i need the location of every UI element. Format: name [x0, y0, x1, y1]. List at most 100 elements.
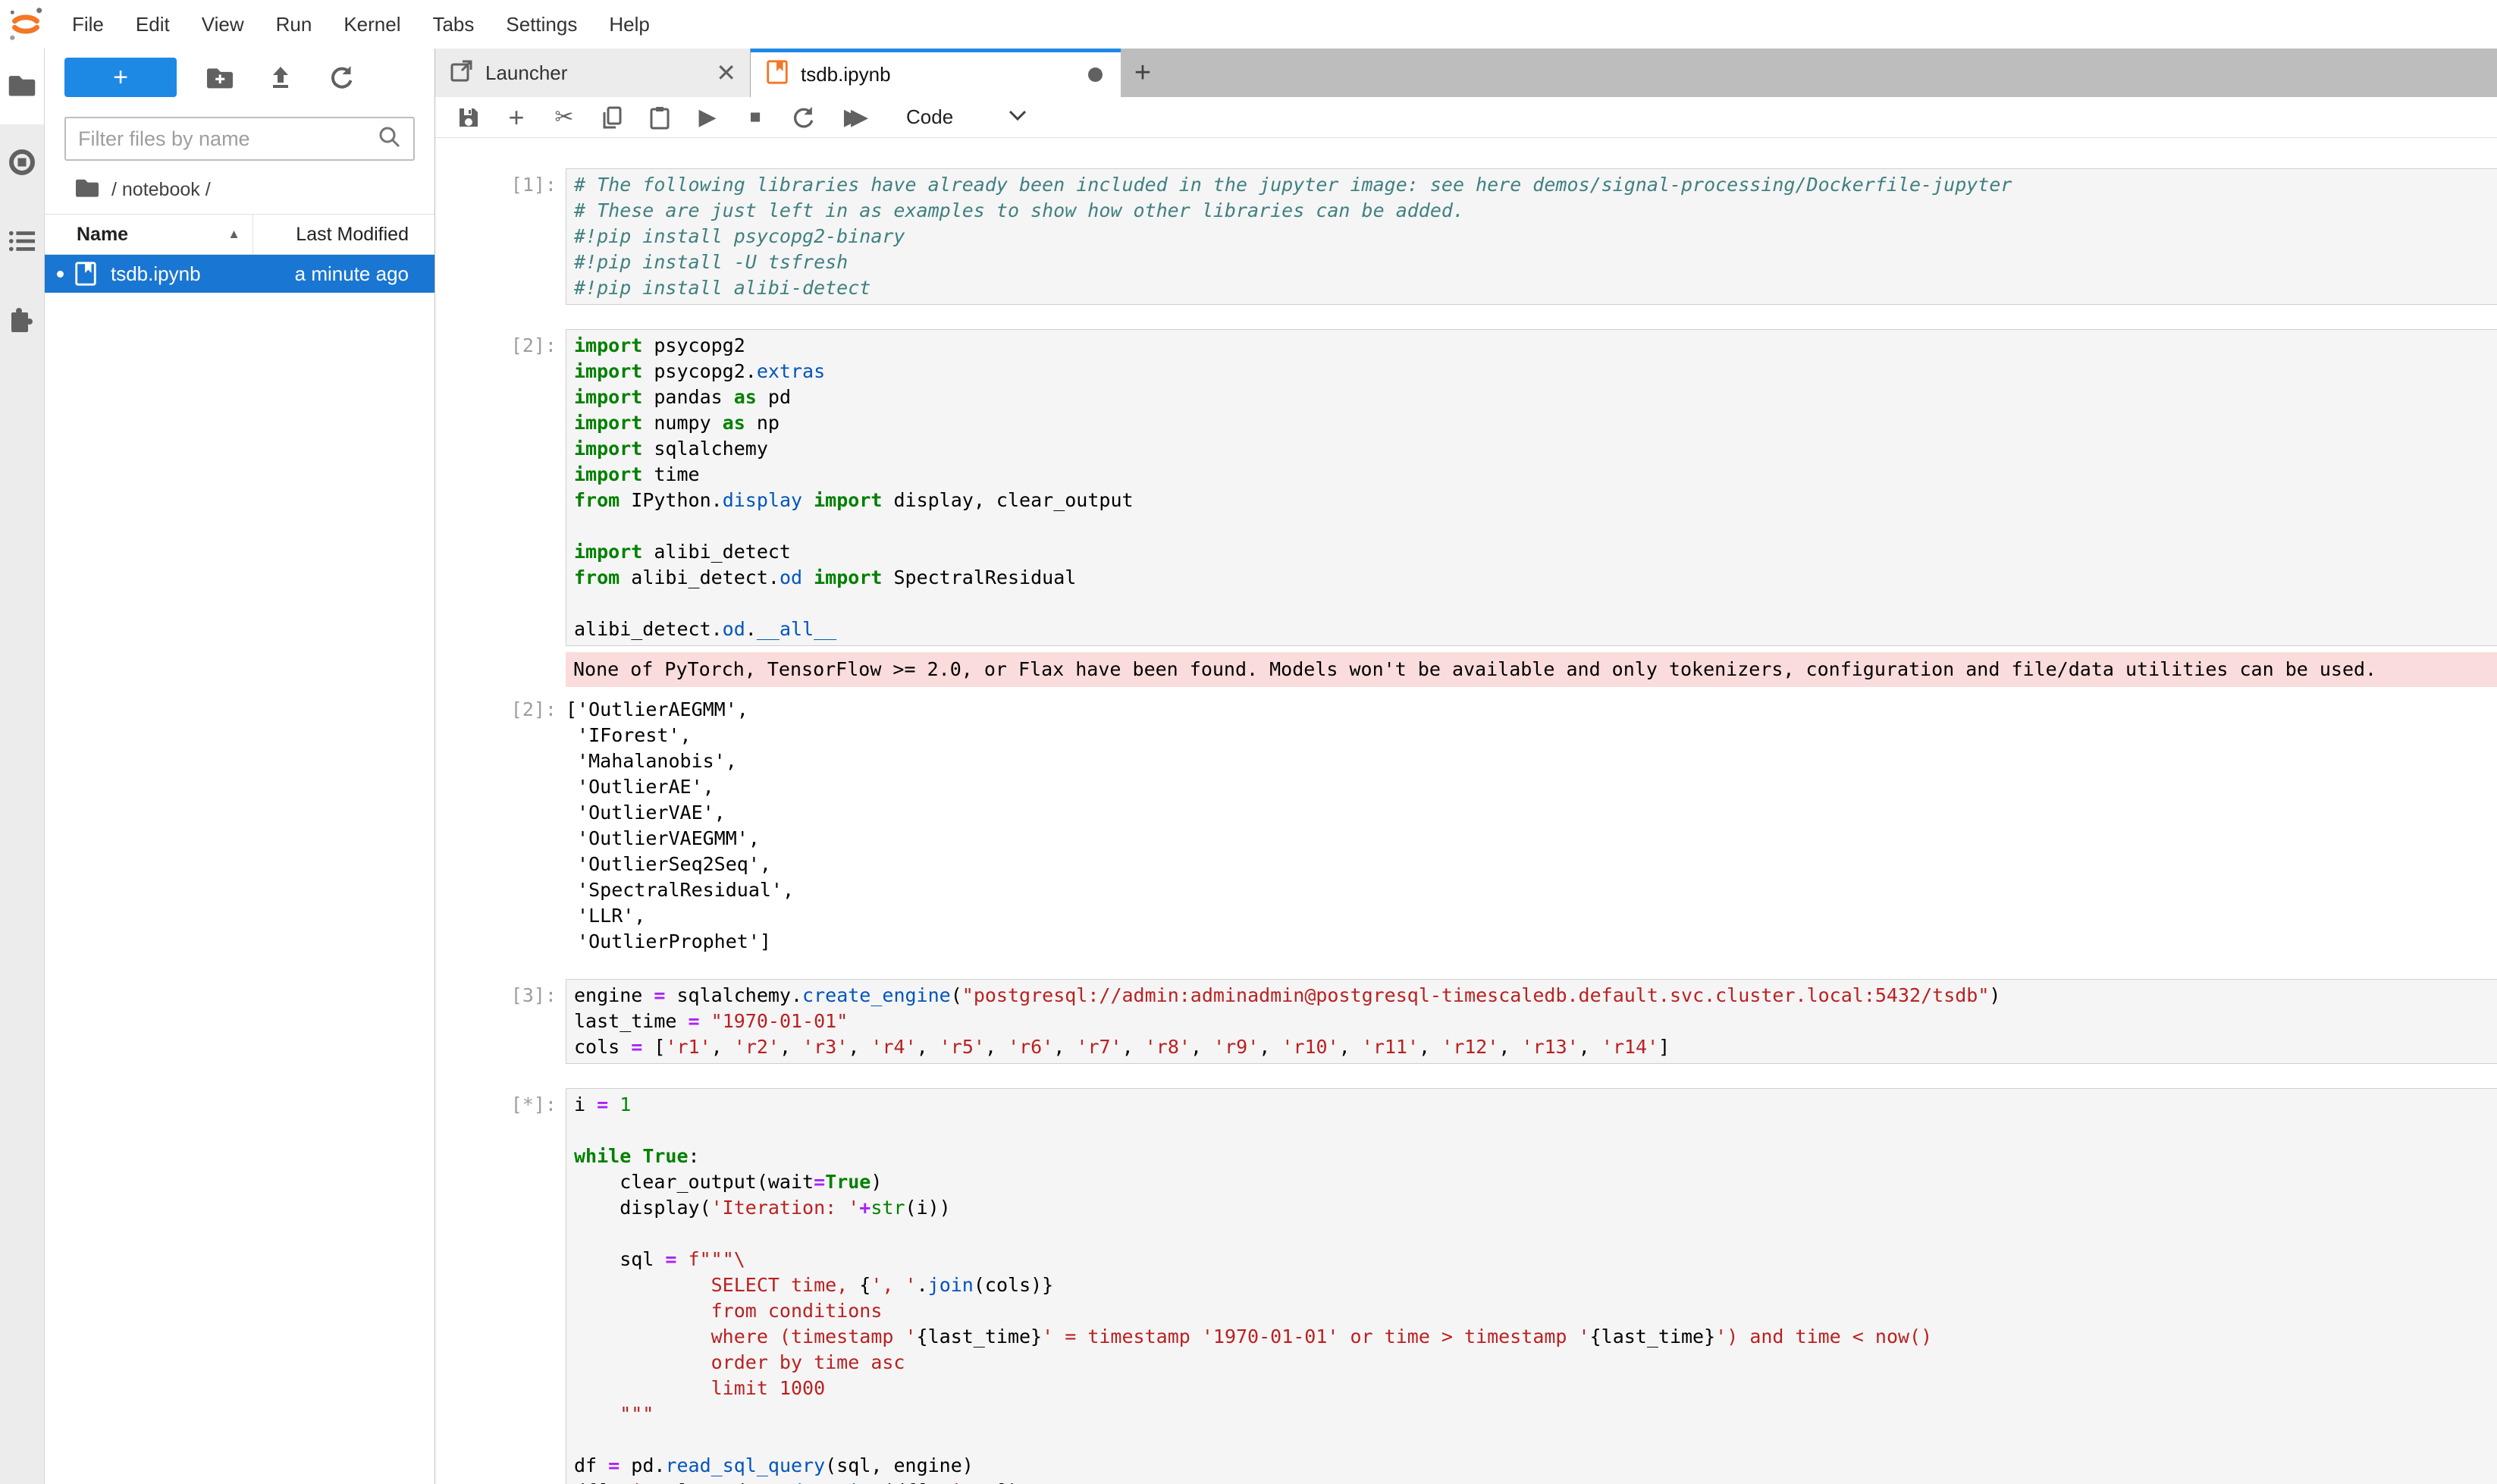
code-line: from IPython.display import display, cle…	[574, 488, 2497, 513]
unsaved-changes-dot	[1088, 67, 1103, 82]
code-token: "time"	[608, 1480, 676, 1484]
code-token: numpy	[642, 412, 722, 434]
code-line: import pandas as pd	[574, 384, 2497, 410]
code-line: import time	[574, 462, 2497, 488]
notebook-cell[interactable]: [3]:engine = sqlalchemy.create_engine("p…	[435, 979, 2497, 1064]
sidebar-tab-filebrowser[interactable]	[0, 49, 44, 124]
result-line: 'OutlierAE',	[566, 774, 2497, 800]
code-token: display, clear_output	[882, 489, 1133, 511]
code-token: engine	[574, 984, 654, 1006]
sidebar-tab-extensions[interactable]	[0, 282, 44, 361]
paste-cells-icon[interactable]	[646, 104, 673, 131]
cell-type-select[interactable]: Code	[906, 105, 953, 129]
code-line	[574, 1118, 2497, 1144]
result-line: ['OutlierAEGMM',	[566, 697, 2497, 723]
upload-icon[interactable]	[263, 60, 298, 95]
sidebar-tab-toc[interactable]	[0, 203, 44, 282]
breadcrumb[interactable]: / notebook /	[74, 176, 434, 203]
notebook-cell[interactable]: [2]:import psycopg2import psycopg2.extra…	[435, 329, 2497, 955]
refresh-icon[interactable]	[324, 60, 359, 95]
code-token: =	[814, 1171, 825, 1193]
code-token: display	[723, 489, 802, 511]
cell-input-prompt: [3]:	[435, 979, 566, 1064]
code-token: IPython.	[620, 489, 722, 511]
menu-help[interactable]: Help	[593, 13, 665, 36]
code-cell-editor[interactable]: import psycopg2import psycopg2.extrasimp…	[566, 329, 2497, 646]
code-line: where (timestamp '{last_time}' = timesta…	[574, 1324, 2497, 1350]
menu-file[interactable]: File	[56, 13, 120, 36]
code-token: where (timestamp '	[574, 1326, 917, 1348]
code-line: #!pip install -U tsfresh	[574, 249, 2497, 275]
new-tab-button[interactable]: +	[1121, 49, 1165, 97]
code-cell-editor[interactable]: engine = sqlalchemy.create_engine("postg…	[566, 979, 2497, 1064]
code-line: import psycopg2	[574, 333, 2497, 359]
add-cell-icon[interactable]: +	[503, 104, 530, 131]
code-token: 'r6'	[1008, 1036, 1053, 1058]
code-token: ,	[1053, 1036, 1076, 1058]
code-token: alibi_detect	[642, 541, 791, 563]
code-cell-editor[interactable]: i = 1while True: clear_output(wait=True)…	[566, 1088, 2497, 1484]
run-cell-icon[interactable]: ▶	[694, 104, 721, 131]
code-token: ,	[1419, 1036, 1441, 1058]
menu-settings[interactable]: Settings	[490, 13, 593, 36]
code-token: =	[608, 1454, 620, 1476]
code-token: sqlalchemy.	[665, 984, 802, 1006]
new-folder-icon[interactable]	[202, 60, 237, 95]
tab-label: Launcher	[485, 61, 567, 85]
copy-cells-icon[interactable]	[598, 104, 626, 131]
menu-tabs[interactable]: Tabs	[416, 13, 490, 36]
code-token: 'r4'	[870, 1036, 916, 1058]
file-filter-input[interactable]	[77, 127, 377, 152]
tab-launcher[interactable]: Launcher ✕	[435, 49, 751, 97]
restart-kernel-icon[interactable]	[789, 104, 817, 131]
tab-tsdb-notebook[interactable]: tsdb.ipynb	[751, 49, 1121, 97]
code-token: time	[642, 463, 699, 485]
save-icon[interactable]	[455, 104, 482, 131]
chevron-down-icon[interactable]	[1007, 108, 1028, 126]
result-line: 'OutlierSeq2Seq',	[566, 852, 2497, 877]
sidebar-tab-running[interactable]	[0, 124, 44, 203]
code-token: ,	[1339, 1036, 1362, 1058]
code-token: #!pip install alibi-detect	[574, 277, 870, 299]
menu-edit[interactable]: Edit	[120, 13, 186, 36]
sort-ascending-icon: ▲	[227, 227, 240, 242]
new-launcher-button[interactable]: +	[64, 58, 177, 97]
code-token: import	[574, 463, 642, 485]
code-token: (	[951, 984, 962, 1006]
folder-icon	[7, 71, 37, 102]
restart-run-all-icon[interactable]: ▶▶	[837, 104, 874, 131]
code-token: as	[734, 386, 757, 408]
code-token: 'r8'	[1145, 1036, 1190, 1058]
code-token: ,	[1259, 1036, 1281, 1058]
code-token: join	[928, 1274, 974, 1296]
close-tab-icon[interactable]: ✕	[716, 61, 736, 85]
cell-output-area: None of PyTorch, TensorFlow >= 2.0, or F…	[435, 652, 2497, 687]
file-browser-toolbar: +	[64, 58, 434, 97]
interrupt-kernel-icon[interactable]: ■	[742, 104, 769, 131]
code-line	[574, 1221, 2497, 1247]
code-token: 'r10'	[1281, 1036, 1338, 1058]
menu-view[interactable]: View	[186, 13, 260, 36]
code-line: from conditions	[574, 1298, 2497, 1324]
code-token: 'r7'	[1076, 1036, 1121, 1058]
menu-run[interactable]: Run	[260, 13, 328, 36]
code-token: cols	[574, 1036, 631, 1058]
code-token: od	[780, 566, 802, 588]
notebook-cell[interactable]: [*]:i = 1while True: clear_output(wait=T…	[435, 1088, 2497, 1484]
code-token: ]	[1658, 1036, 1670, 1058]
column-header-name[interactable]: Name ▲	[45, 215, 253, 254]
code-token: ' = timestamp '1970-01-01' or time > tim…	[1042, 1326, 1589, 1348]
file-row-selected[interactable]: tsdb.ipynb a minute ago	[45, 255, 434, 293]
menu-kernel[interactable]: Kernel	[328, 13, 416, 36]
code-token: import	[574, 386, 642, 408]
code-token: df	[574, 1454, 608, 1476]
cut-cells-icon[interactable]: ✂	[551, 104, 578, 131]
notebook-cell[interactable]: [1]:# The following libraries have alrea…	[435, 168, 2497, 305]
code-token: read_sql_query	[665, 1454, 825, 1476]
column-header-modified[interactable]: Last Modified	[253, 215, 434, 254]
code-line: from alibi_detect.od import SpectralResi…	[574, 565, 2497, 591]
code-cell-editor[interactable]: # The following libraries have already b…	[566, 168, 2497, 305]
code-token: 'r11'	[1362, 1036, 1419, 1058]
file-modified: a minute ago	[295, 262, 434, 286]
code-line: import alibi_detect	[574, 539, 2497, 565]
